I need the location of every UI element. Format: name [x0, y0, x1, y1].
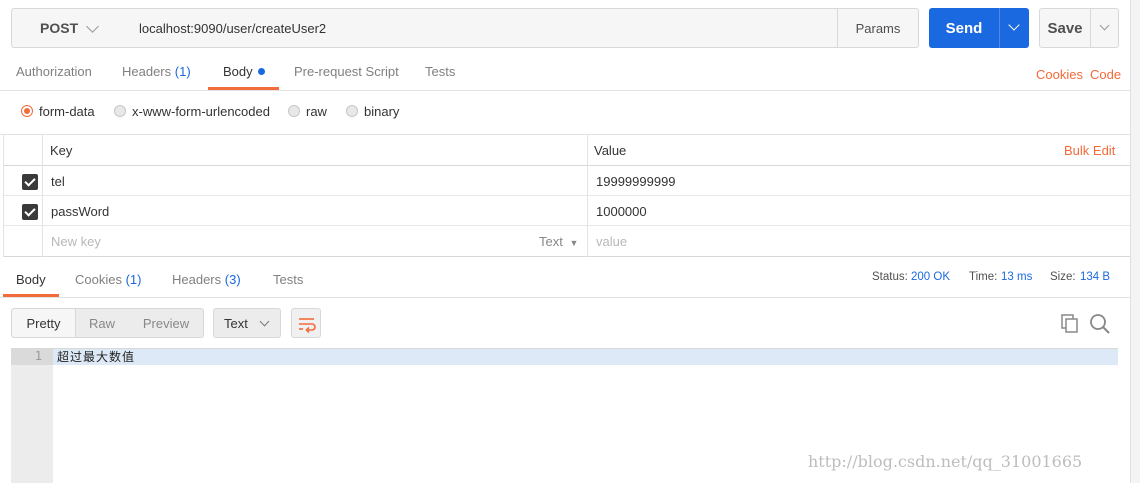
method-select[interactable]: POST — [11, 8, 128, 48]
url-input[interactable]: localhost:9090/user/createUser2 — [127, 8, 838, 48]
row-key[interactable]: passWord — [51, 204, 109, 219]
chevron-down-icon — [1008, 19, 1020, 31]
size-value[interactable]: 134 B — [1080, 271, 1110, 283]
response-tab-body[interactable]: Body — [16, 272, 46, 287]
tab-headers[interactable]: Headers (1) — [122, 64, 191, 90]
key-header: Key — [50, 143, 73, 158]
caret-down-icon: ▼ — [569, 238, 579, 248]
row-value[interactable]: 19999999999 — [596, 174, 676, 189]
url-value: localhost:9090/user/createUser2 — [139, 20, 327, 36]
tab-count: (1) — [125, 272, 142, 287]
table-row — [3, 166, 1130, 196]
new-key-input[interactable]: New key — [51, 234, 101, 249]
tab-label: Authorization — [16, 64, 92, 79]
response-tab-tests[interactable]: Tests — [273, 272, 303, 287]
chevron-down-icon — [1099, 20, 1110, 31]
line-number: 1 — [11, 349, 53, 365]
row-checkbox[interactable] — [22, 174, 38, 190]
format-select[interactable]: Text — [213, 308, 281, 338]
scrollbar[interactable] — [1130, 0, 1140, 483]
radio-icon — [288, 105, 300, 117]
modified-dot-icon — [257, 68, 265, 75]
row-key[interactable]: tel — [51, 174, 65, 189]
size-label: Size: — [1050, 271, 1076, 283]
tab-prerequest-script[interactable]: Pre-request Script — [294, 64, 399, 90]
line-gutter — [11, 349, 53, 483]
method-label: POST — [40, 20, 79, 36]
radio-x-www-form-urlencoded[interactable]: x-www-form-urlencoded — [114, 103, 270, 119]
radio-label: form-data — [39, 103, 95, 119]
status-value[interactable]: 200 OK — [911, 271, 950, 283]
tab-label: Cookies — [75, 272, 122, 287]
radio-label: raw — [306, 103, 327, 119]
code-link[interactable]: Code — [1090, 67, 1121, 82]
tab-label: Headers — [172, 272, 222, 287]
table-left-border — [3, 135, 4, 257]
save-label: Save — [1047, 19, 1083, 37]
tab-label: Headers — [122, 64, 172, 79]
search-icon[interactable] — [1089, 313, 1111, 335]
format-label: Text — [224, 315, 248, 331]
value-header: Value — [594, 143, 627, 158]
preview-button[interactable]: Preview — [128, 309, 204, 337]
time-label: Time: — [969, 271, 998, 283]
tab-tests[interactable]: Tests — [425, 64, 455, 90]
radio-icon — [114, 105, 126, 117]
watermark: http://blog.csdn.net/qq_31001665 — [808, 452, 1083, 471]
row-value[interactable]: 1000000 — [596, 204, 647, 219]
radio-icon — [346, 105, 358, 117]
pretty-button[interactable]: Pretty — [12, 309, 76, 337]
chevron-down-icon — [259, 316, 270, 327]
column-divider — [587, 135, 588, 257]
radio-selected-icon — [21, 105, 33, 117]
bulk-edit-link[interactable]: Bulk Edit — [1064, 143, 1115, 158]
table-row — [3, 196, 1130, 226]
radio-form-data[interactable]: form-data — [21, 103, 95, 119]
chevron-down-icon — [86, 20, 99, 33]
save-button[interactable]: Save — [1039, 8, 1091, 48]
type-select[interactable]: Text ▼ — [539, 234, 578, 249]
cookies-link[interactable]: Cookies — [1036, 67, 1083, 82]
tab-label: Tests — [425, 64, 456, 79]
copy-icon[interactable] — [1060, 313, 1080, 333]
divider — [0, 90, 1130, 91]
tab-authorization[interactable]: Authorization — [16, 64, 92, 90]
table-header-row — [3, 135, 1130, 166]
radio-binary[interactable]: binary — [346, 103, 399, 119]
send-options-button[interactable] — [999, 8, 1029, 48]
send-button[interactable]: Send — [929, 8, 999, 48]
status-label: Status: — [872, 271, 908, 283]
radio-label: binary — [364, 103, 400, 119]
postman-window: POST localhost:9090/user/createUser2 Par… — [0, 0, 1140, 483]
column-divider — [42, 135, 43, 257]
response-tab-headers[interactable]: Headers (3) — [172, 272, 241, 287]
radio-raw[interactable]: raw — [288, 103, 327, 119]
wrap-icon — [299, 318, 316, 334]
radio-label: x-www-form-urlencoded — [132, 103, 270, 119]
wrap-lines-button[interactable] — [291, 308, 321, 338]
tab-count: (1) — [174, 64, 191, 79]
response-body-text: 超过最大数值 — [57, 350, 136, 364]
row-checkbox[interactable] — [22, 204, 38, 220]
tab-label: Pre-request Script — [294, 64, 399, 79]
divider — [0, 297, 1130, 298]
new-value-input[interactable]: value — [596, 234, 627, 249]
tab-label: Body — [223, 64, 253, 79]
active-line-highlight — [53, 349, 1118, 365]
save-options-button[interactable] — [1090, 8, 1119, 48]
type-label: Text — [539, 234, 563, 249]
params-button[interactable]: Params — [837, 8, 919, 48]
response-tab-cookies[interactable]: Cookies (1) — [75, 272, 141, 287]
send-label: Send — [945, 19, 983, 37]
time-value[interactable]: 13 ms — [1001, 271, 1032, 283]
view-mode-toggle: Pretty Raw Preview — [11, 308, 204, 338]
params-label: Params — [855, 20, 901, 36]
tab-count: (3) — [224, 272, 241, 287]
raw-button[interactable]: Raw — [76, 309, 128, 337]
